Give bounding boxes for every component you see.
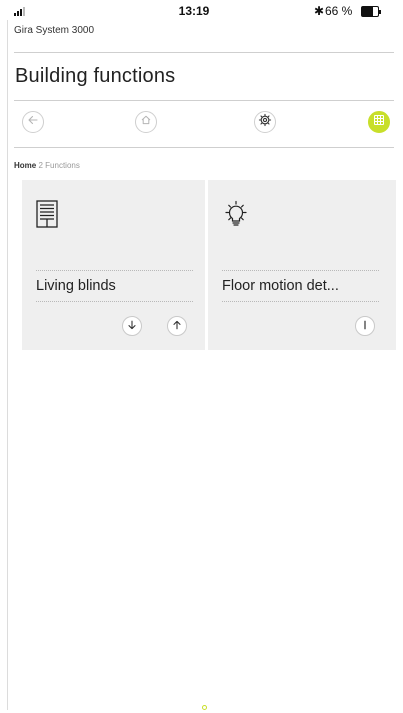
settings-gear-icon	[258, 113, 272, 132]
signal-strength-icon	[14, 7, 25, 16]
divider	[14, 100, 394, 101]
page-title: Building functions	[15, 65, 176, 87]
up-arrow-icon	[172, 317, 182, 335]
light-bulb-icon	[222, 200, 250, 235]
page-indicator-dot	[202, 705, 207, 710]
frame-border	[7, 20, 8, 710]
function-tile[interactable]: Floor motion det...	[208, 180, 396, 350]
battery-percentage: 66 %	[325, 4, 353, 18]
breadcrumb: Home 2 Functions	[14, 161, 80, 170]
back-arrow-icon	[27, 113, 39, 131]
system-name: Gira System 3000	[14, 25, 95, 36]
home-button[interactable]	[135, 111, 157, 133]
functions-grid-button[interactable]	[368, 111, 390, 133]
function-tile[interactable]: Living blinds	[22, 180, 205, 350]
home-icon	[140, 113, 152, 131]
tile-name: Living blinds	[36, 278, 116, 294]
toggle-icon	[360, 317, 370, 335]
tile-separator	[36, 301, 193, 302]
settings-button[interactable]	[254, 111, 276, 133]
divider	[14, 52, 394, 53]
back-button[interactable]	[22, 111, 44, 133]
blinds-down-button[interactable]	[122, 316, 142, 336]
grid-icon	[373, 113, 385, 131]
tile-separator	[222, 301, 379, 302]
breadcrumb-count: 2	[38, 161, 43, 170]
motion-toggle-button[interactable]	[355, 316, 375, 336]
status-time: 13:19	[178, 4, 210, 18]
tile-separator	[222, 270, 379, 271]
status-bar: 13:19 ✱ 66 %	[14, 4, 394, 22]
bluetooth-icon: ✱	[314, 4, 325, 18]
down-arrow-icon	[127, 317, 137, 335]
tile-name: Floor motion det...	[222, 278, 339, 294]
blinds-icon	[36, 200, 58, 233]
blinds-up-button[interactable]	[167, 316, 187, 336]
divider	[14, 147, 394, 148]
tile-separator	[36, 270, 193, 271]
app-screen: 13:19 ✱ 66 % Gira System 3000 Building f…	[0, 0, 403, 713]
breadcrumb-section: Functions	[45, 161, 80, 170]
battery-icon	[361, 6, 381, 17]
breadcrumb-home[interactable]: Home	[14, 161, 36, 170]
